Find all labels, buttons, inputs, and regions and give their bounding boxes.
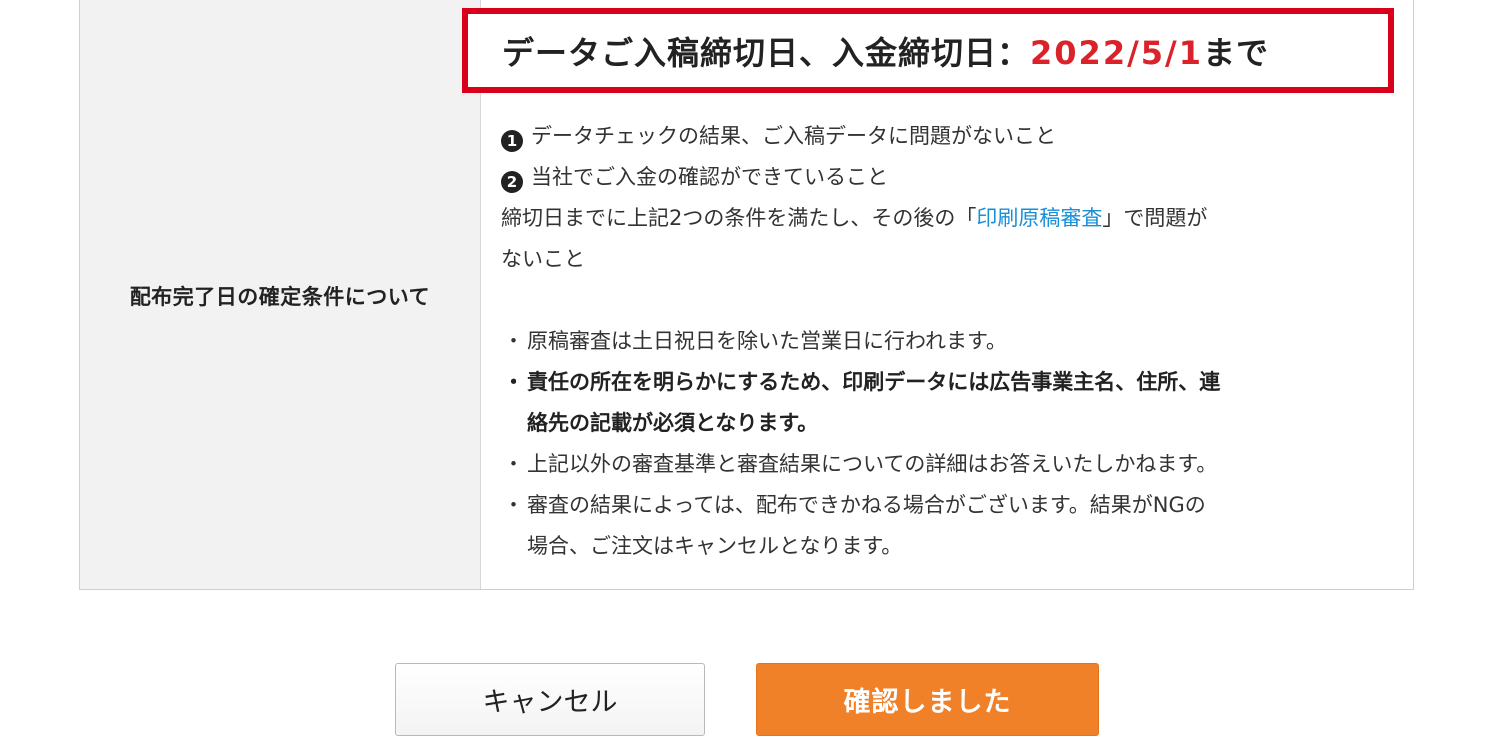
summary-after-link: 」で問題が (1102, 206, 1208, 230)
condition-text: データチェックの結果、ご入稿データに問題がないこと (531, 124, 1056, 148)
summary-line-1: 締切日までに上記2つの条件を満たし、その後の「印刷原稿審査」で問題が (501, 198, 1391, 239)
row-header-label: 配布完了日の確定条件について (129, 284, 431, 309)
condition-item: 2 当社でご入金の確認ができていること (501, 157, 1391, 198)
row-content-cell: データご入稿締切日、入金締切日：2022/5/1まで 1 データチェックの結果、ご… (462, 0, 1413, 589)
note-text-continued: 絡先の記載が必須となります。 (527, 411, 819, 435)
conditions-body: 1 データチェックの結果、ご入稿データに問題がないこと 2 当社でご入金の確認ができ… (501, 116, 1391, 567)
note-item: ・ 上記以外の審査基準と審査結果についての詳細はお答えいたしかねます。 (501, 444, 1391, 485)
condition-item: 1 データチェックの結果、ご入稿データに問題がないこと (501, 116, 1391, 157)
deadline-date: 2022/5/1 (1030, 33, 1203, 72)
condition-text: 当社でご入金の確認ができていること (531, 165, 888, 189)
condition-table: 配布完了日の確定条件について データご入稿締切日、入金締切日：2022/5/1ま… (79, 0, 1414, 590)
note-item-required: ・ 責任の所在を明らかにするため、印刷データには広告事業主名、住所、連 (501, 362, 1391, 403)
note-item: ・ 審査の結果によっては、配布できかねる場合がございます。結果がNGの (501, 485, 1391, 526)
bullet-icon: ・ (503, 452, 524, 476)
note-text: 上記以外の審査基準と審査結果についての詳細はお答えいたしかねます。 (527, 452, 1218, 476)
print-review-link[interactable]: 印刷原稿審査 (976, 206, 1102, 230)
row-header-cell: 配布完了日の確定条件について (80, 0, 481, 589)
note-text: 原稿審査は土日祝日を除いた営業日に行われます。 (527, 329, 1007, 353)
number-one-icon: 1 (501, 130, 523, 152)
number-two-icon: 2 (501, 171, 523, 193)
summary-line-2: ないこと (501, 247, 585, 271)
note-item: ・ 原稿審査は土日祝日を除いた営業日に行われます。 (501, 321, 1391, 362)
deadline-highlight-box: データご入稿締切日、入金締切日：2022/5/1まで (462, 8, 1394, 93)
bullet-icon: ・ (503, 370, 524, 394)
note-text: 審査の結果によっては、配布できかねる場合がございます。結果がNGの (527, 493, 1206, 517)
cancel-button[interactable]: キャンセル (395, 663, 705, 736)
bullet-icon: ・ (503, 493, 524, 517)
confirm-button[interactable]: 確認しました (756, 663, 1099, 736)
summary-before-link: 締切日までに上記2つの条件を満たし、その後の「 (501, 206, 977, 230)
deadline-text: データご入稿締切日、入金締切日：2022/5/1まで (502, 28, 1269, 74)
deadline-prefix: データご入稿締切日、入金締切日： (502, 33, 1031, 72)
note-text: 責任の所在を明らかにするため、印刷データには広告事業主名、住所、連 (527, 370, 1221, 394)
deadline-suffix: まで (1202, 33, 1269, 72)
note-text-continued: 場合、ご注文はキャンセルとなります。 (527, 534, 903, 558)
bullet-icon: ・ (503, 329, 524, 353)
confirmation-page: 配布完了日の確定条件について データご入稿締切日、入金締切日：2022/5/1ま… (0, 0, 1488, 756)
